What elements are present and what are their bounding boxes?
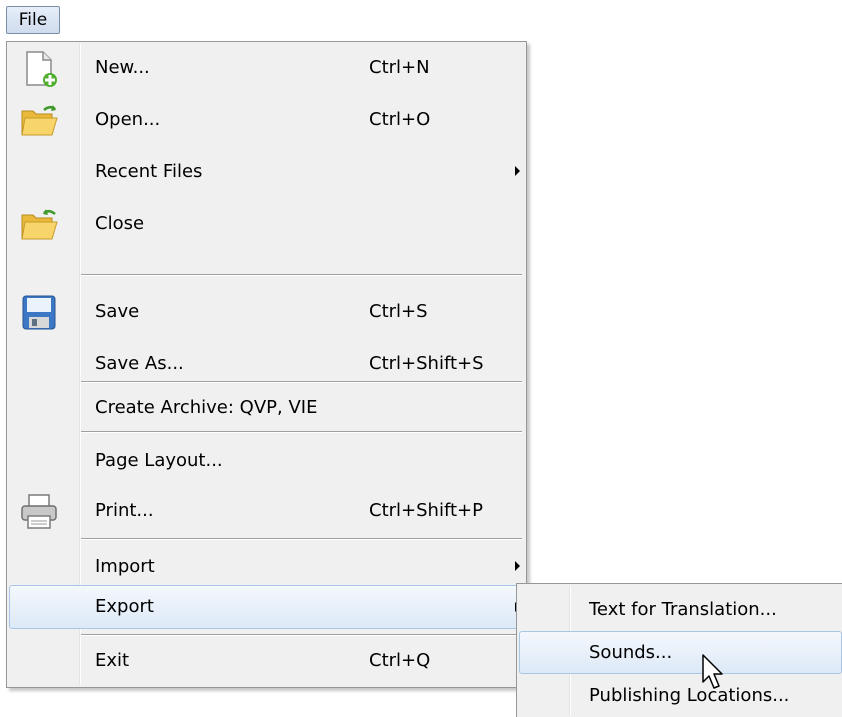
menu-item-label: Print... (95, 500, 154, 521)
menu-item-label: Text for Translation... (589, 599, 777, 620)
menu-item-save[interactable]: Save Ctrl+S (9, 286, 524, 338)
save-disk-icon (22, 295, 56, 330)
menu-item-create-archive[interactable]: Create Archive: QVP, VIE (9, 382, 524, 434)
file-menu-button[interactable]: File (6, 6, 60, 34)
menu-item-label: Recent Files (95, 161, 203, 182)
shortcut-text: Ctrl+Shift+P (369, 500, 483, 521)
menu-item-label: Close (95, 213, 145, 234)
shortcut-text: Ctrl+Q (369, 650, 431, 671)
printer-icon (21, 494, 57, 529)
submenu-arrow-icon (515, 166, 520, 176)
menu-item-open[interactable]: Open... Ctrl+O (9, 94, 524, 146)
menu-item-label: Save (95, 301, 140, 322)
menu-item-label: Publishing Locations... (589, 685, 790, 706)
export-submenu: Text for Translation... Sounds... Publis… (516, 583, 842, 717)
submenu-item-publishing-locations[interactable]: Publishing Locations... (519, 674, 842, 717)
file-menu: New... Ctrl+N Open... Ctrl+O Recent File… (6, 41, 527, 688)
submenu-arrow-icon (515, 561, 520, 571)
submenu-item-text-for-translation[interactable]: Text for Translation... (519, 588, 842, 631)
menu-item-label: Sounds... (589, 642, 673, 663)
menu-item-new[interactable]: New... Ctrl+N (9, 42, 524, 94)
menu-item-page-layout[interactable]: Page Layout... (9, 435, 524, 487)
menu-item-label: Export (95, 596, 154, 617)
menu-separator (81, 274, 522, 276)
mouse-cursor-icon (702, 654, 723, 689)
menu-item-print[interactable]: Print... Ctrl+Shift+P (9, 485, 524, 537)
menu-item-label: Create Archive: QVP, VIE (95, 397, 318, 418)
close-folder-icon (21, 209, 58, 240)
new-file-icon (26, 51, 57, 87)
menu-item-label: Page Layout... (95, 450, 223, 471)
open-folder-icon (21, 105, 58, 136)
menu-item-exit[interactable]: Exit Ctrl+Q (9, 635, 524, 687)
menu-item-close[interactable]: Close (9, 198, 524, 250)
menu-item-label: New... (95, 57, 150, 78)
shortcut-text: Ctrl+N (369, 57, 430, 78)
menu-item-recent-files[interactable]: Recent Files (9, 146, 524, 198)
submenu-item-sounds[interactable]: Sounds... (519, 631, 842, 674)
menu-item-label: Open... (95, 109, 161, 130)
menu-separator (81, 431, 522, 433)
shortcut-text: Ctrl+O (369, 109, 431, 130)
menu-separator (81, 538, 522, 540)
menu-item-label: Exit (95, 650, 130, 671)
menu-item-export[interactable]: Export (9, 585, 524, 629)
shortcut-text: Ctrl+S (369, 301, 428, 322)
